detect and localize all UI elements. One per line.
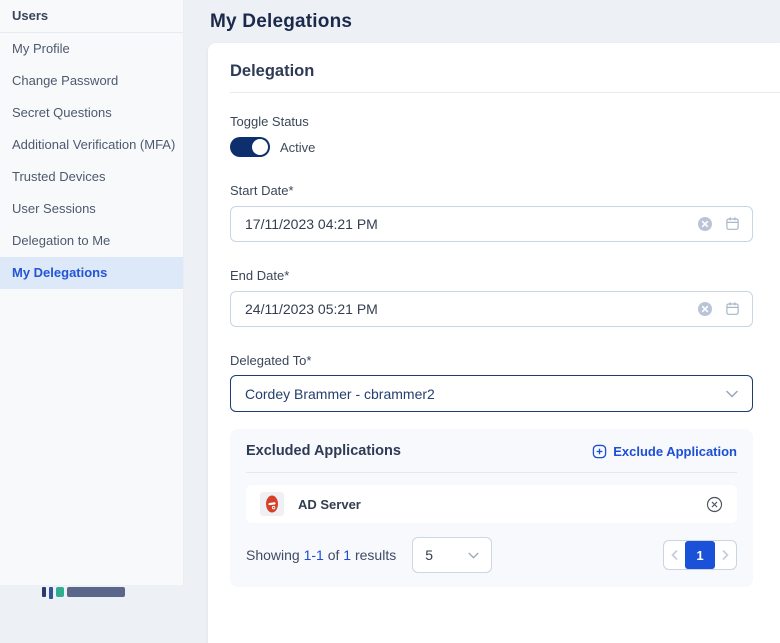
sidebar: Users My Profile Change Password Secret … (0, 0, 184, 585)
showing-word: Showing (246, 547, 300, 563)
excluded-applications-panel: Excluded Applications Exclude Applicatio… (230, 429, 753, 587)
exclude-application-label: Exclude Application (613, 444, 737, 459)
next-page-button[interactable] (715, 541, 736, 569)
ad-server-icon (260, 492, 284, 516)
sidebar-item-my-profile[interactable]: My Profile (0, 33, 183, 65)
chevron-down-icon (726, 390, 738, 398)
section-divider (230, 92, 780, 93)
sidebar-item-additional-verification-mfa[interactable]: Additional Verification (MFA) (0, 129, 183, 161)
results-word: results (355, 547, 396, 563)
sidebar-item-delegation-to-me[interactable]: Delegation to Me (0, 225, 183, 257)
excluded-app-name: AD Server (298, 497, 706, 512)
results-total: 1 (343, 547, 351, 563)
start-date-field (230, 206, 753, 242)
delegated-to-value: Cordey Brammer - cbrammer2 (245, 386, 726, 402)
clear-icon[interactable] (697, 301, 713, 317)
sidebar-item-trusted-devices[interactable]: Trusted Devices (0, 161, 183, 193)
results-range: 1-1 (304, 547, 324, 563)
end-date-field (230, 291, 753, 327)
panel-divider (246, 472, 737, 473)
calendar-icon[interactable] (725, 216, 740, 231)
status-toggle[interactable] (230, 137, 270, 157)
calendar-icon[interactable] (725, 301, 740, 316)
powered-by-logo (42, 587, 162, 601)
excluded-applications-footer: Showing 1-1 of 1 results 5 (246, 537, 737, 573)
excluded-applications-title: Excluded Applications (246, 443, 592, 459)
start-date-input[interactable] (230, 206, 753, 242)
page-title: My Delegations (184, 0, 780, 33)
pagination: 1 (663, 540, 737, 570)
page-1-button[interactable]: 1 (685, 541, 715, 569)
prev-page-button[interactable] (664, 541, 685, 569)
delegated-to-select[interactable]: Cordey Brammer - cbrammer2 (230, 375, 753, 412)
sidebar-nav: My Profile Change Password Secret Questi… (0, 33, 183, 289)
excluded-applications-header: Excluded Applications Exclude Applicatio… (246, 443, 737, 459)
delegated-to-label: Delegated To* (230, 353, 753, 368)
end-date-label: End Date* (230, 268, 753, 283)
toggle-status-label: Toggle Status (230, 114, 753, 129)
excluded-app-row: AD Server (246, 485, 737, 523)
plus-square-icon (592, 444, 607, 459)
sidebar-item-change-password[interactable]: Change Password (0, 65, 183, 97)
exclude-application-button[interactable]: Exclude Application (592, 444, 737, 459)
start-date-label: Start Date* (230, 183, 753, 198)
results-summary: Showing 1-1 of 1 results (246, 547, 396, 563)
toggle-status-value: Active (280, 140, 315, 155)
of-word: of (328, 547, 340, 563)
delegation-section-title: Delegation (230, 62, 753, 81)
main-content: My Delegations Delegation Toggle Status … (184, 0, 780, 593)
sidebar-header-users: Users (0, 0, 183, 33)
end-date-input[interactable] (230, 291, 753, 327)
sidebar-item-user-sessions[interactable]: User Sessions (0, 193, 183, 225)
toggle-knob (252, 139, 268, 155)
sidebar-item-my-delegations[interactable]: My Delegations (0, 257, 183, 289)
page-size-select[interactable]: 5 (412, 537, 492, 573)
clear-icon[interactable] (697, 216, 713, 232)
remove-excluded-app-icon[interactable] (706, 496, 723, 513)
delegation-card: Delegation Toggle Status Active Start Da… (208, 43, 780, 643)
page-size-value: 5 (425, 547, 468, 563)
chevron-down-icon (468, 552, 479, 559)
sidebar-item-secret-questions[interactable]: Secret Questions (0, 97, 183, 129)
toggle-row: Active (230, 137, 753, 157)
